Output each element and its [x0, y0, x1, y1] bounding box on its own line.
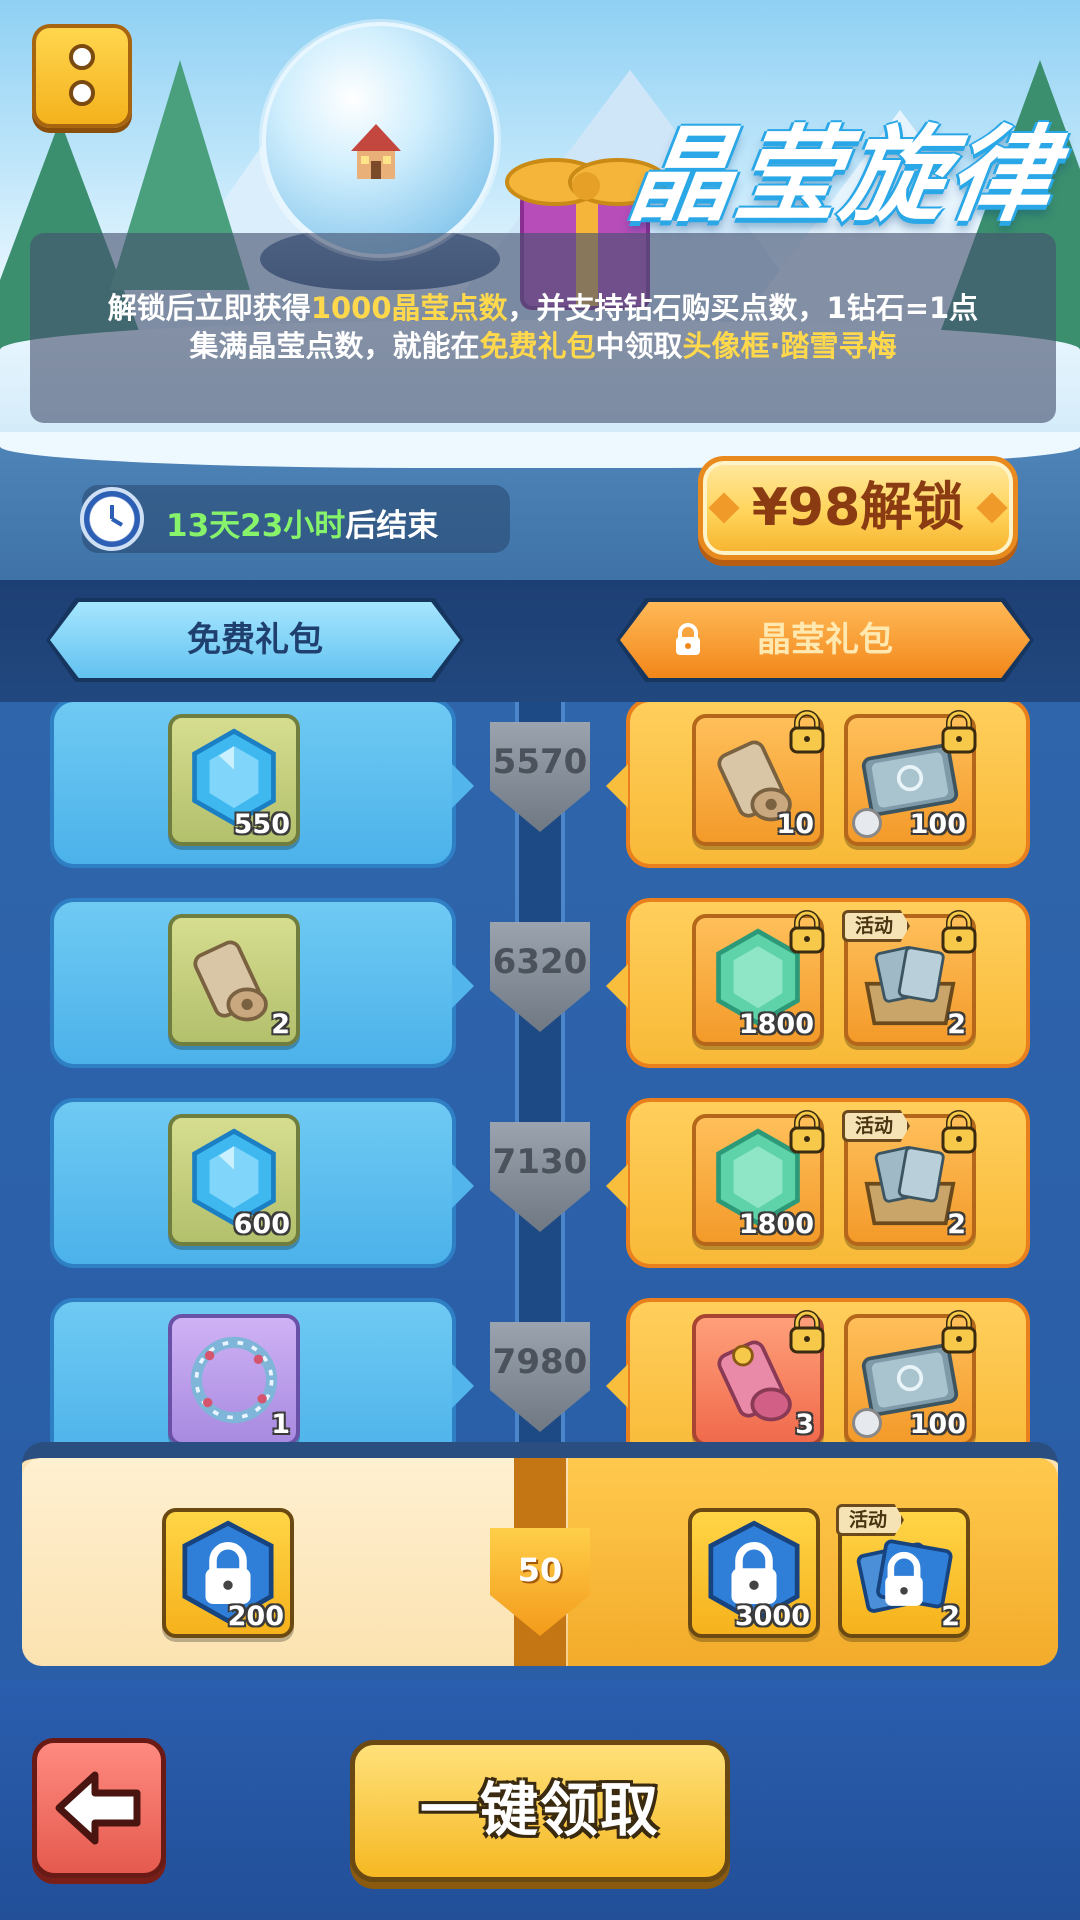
claim-all-button[interactable]: 一键领取	[350, 1740, 730, 1882]
reward-quantity: 2	[947, 1209, 966, 1240]
house-icon	[351, 124, 401, 179]
desc-text: 中领取	[595, 329, 683, 363]
paid-reward-item[interactable]: 100	[844, 1310, 977, 1446]
event-tag: 活动	[836, 1504, 905, 1536]
countdown-text: 13天23小时后结束	[166, 500, 438, 545]
description-line-2: 集满晶莹点数，就能在免费礼包中领取头像框·踏雪寻梅	[48, 327, 1038, 365]
desc-text: 解锁后立即获得	[107, 291, 311, 325]
desc-highlight: 免费礼包	[479, 329, 596, 363]
back-button[interactable]	[32, 1738, 166, 1878]
reward-quantity: 3000	[734, 1601, 810, 1632]
padlock-icon	[938, 1108, 980, 1156]
reward-quantity: 100	[909, 1409, 966, 1440]
event-title: 晶莹旋律	[622, 114, 1064, 236]
reward-quantity: 1800	[738, 1009, 814, 1040]
tab-free-pack[interactable]: 免费礼包	[50, 602, 460, 678]
reward-list[interactable]: 5570 550 10 100 6320 2 1800 活动 2 7130 600 1800 活动 2 79…	[0, 702, 1080, 1480]
tier-row: 7130 600 1800 活动 2	[0, 1098, 1080, 1278]
reward-quantity: 2	[271, 1009, 290, 1040]
desc-highlight: 头像框·踏雪寻梅	[682, 329, 897, 363]
description-line-1: 解锁后立即获得1000晶莹点数，并支持钻石购买点数，1钻石=1点	[48, 289, 1038, 327]
event-tag: 活动	[842, 910, 911, 942]
tier-row: 5570 550 10 100	[0, 702, 1080, 878]
menu-dot-icon	[69, 44, 95, 70]
bonus-paid-reward[interactable]: 3000	[688, 1508, 820, 1638]
paid-reward-item[interactable]: 1800	[692, 910, 825, 1046]
padlock-icon	[786, 908, 828, 956]
padlock-icon	[938, 708, 980, 756]
padlock-icon	[938, 1308, 980, 1356]
reward-quantity: 600	[233, 1209, 290, 1240]
clock-icon	[80, 487, 144, 551]
menu-button[interactable]	[32, 24, 132, 128]
desc-highlight: 1000晶莹点数	[310, 291, 508, 325]
paid-reward-item[interactable]: 3	[692, 1310, 825, 1446]
free-reward-item[interactable]: 550	[168, 714, 300, 846]
event-tag: 活动	[842, 1110, 911, 1142]
countdown-suffix: 后结束	[345, 508, 439, 544]
free-reward-item[interactable]: 600	[168, 1114, 300, 1246]
tier-points-badge: 5570	[490, 722, 590, 832]
reward-quantity: 200	[227, 1601, 284, 1632]
reward-quantity: 1800	[738, 1209, 814, 1240]
padlock-icon	[786, 708, 828, 756]
timed-clock-icon	[852, 1408, 882, 1438]
paid-reward-item[interactable]: 10	[692, 710, 825, 846]
paid-reward-item[interactable]: 1800	[692, 1110, 825, 1246]
timed-clock-icon	[852, 808, 882, 838]
unlock-label: ¥98解锁	[751, 478, 965, 538]
sparkle-icon	[976, 492, 1008, 524]
countdown-remaining: 13天23小时	[166, 508, 346, 544]
unlock-button[interactable]: ¥98解锁	[698, 456, 1018, 560]
tier-row: 6320 2 1800 活动 2	[0, 898, 1080, 1078]
free-reward-item[interactable]: 2	[168, 914, 300, 1046]
padlock-icon	[786, 1108, 828, 1156]
desc-text: ，并支持钻石购买点数，1钻石=1点	[507, 291, 979, 325]
tier-points-badge: 6320	[490, 922, 590, 1032]
paid-reward-item[interactable]: 活动 2	[842, 910, 977, 1046]
tier-points-badge: 7980	[490, 1322, 590, 1432]
paid-reward-item[interactable]: 活动 2	[842, 1110, 977, 1246]
bonus-paid-reward[interactable]: 活动 2	[836, 1504, 970, 1638]
event-description: 解锁后立即获得1000晶莹点数，并支持钻石购买点数，1钻石=1点 集满晶莹点数，…	[30, 233, 1056, 423]
reward-quantity: 100	[909, 809, 966, 840]
desc-text: 集满晶莹点数，就能在	[189, 329, 480, 363]
padlock-icon	[786, 1308, 828, 1356]
reward-quantity: 3	[795, 1409, 814, 1440]
sparkle-icon	[708, 492, 740, 524]
reward-quantity: 2	[941, 1601, 960, 1632]
menu-dot-icon	[69, 80, 95, 106]
reward-quantity: 550	[233, 809, 290, 840]
free-reward-item[interactable]: 1	[168, 1314, 300, 1446]
snow-globe-icon	[262, 22, 498, 258]
back-arrow-icon	[55, 1771, 141, 1845]
bonus-free-reward[interactable]: 200	[162, 1508, 294, 1638]
reward-quantity: 2	[947, 1009, 966, 1040]
padlock-icon	[676, 623, 700, 655]
padlock-icon	[938, 908, 980, 956]
reward-quantity: 10	[776, 809, 814, 840]
reward-quantity: 1	[271, 1409, 290, 1440]
tier-points-badge: 7130	[490, 1122, 590, 1232]
event-banner: 晶莹旋律 解锁后立即获得1000晶莹点数，并支持钻石购买点数，1钻石=1点 集满…	[0, 0, 1080, 470]
paid-reward-item[interactable]: 100	[844, 710, 977, 846]
